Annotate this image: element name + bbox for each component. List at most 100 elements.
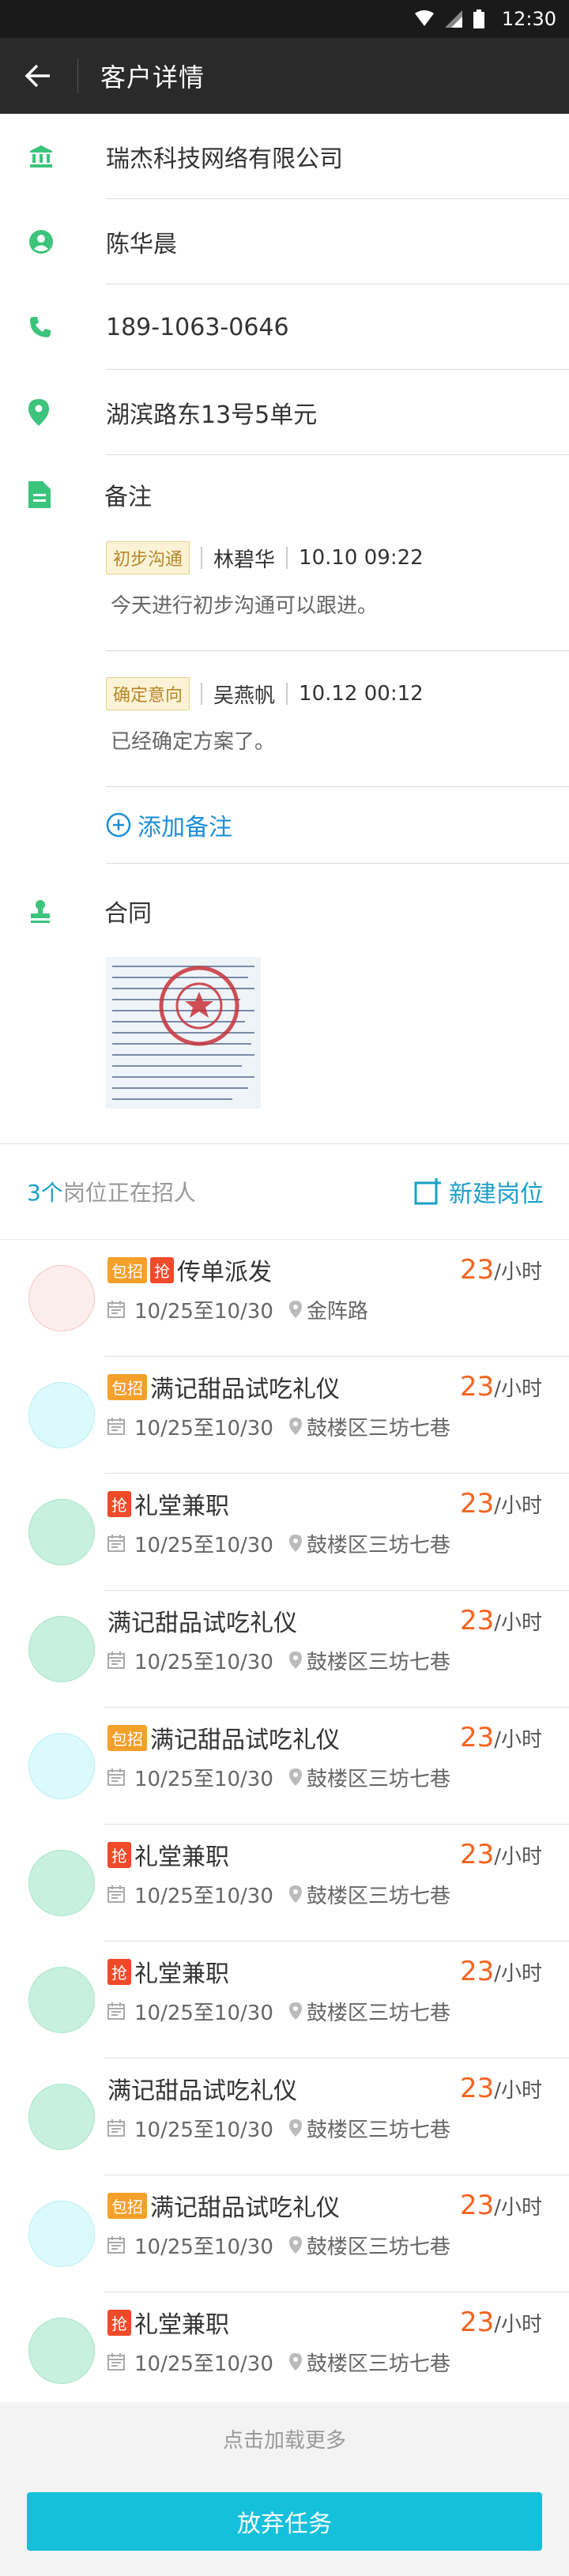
note-author: 吴燕帆 bbox=[213, 684, 276, 708]
job-location: 鼓楼区三坊七巷 bbox=[306, 2118, 450, 2142]
new-job-button[interactable]: 新建岗位 bbox=[414, 1174, 544, 1209]
job-avatar bbox=[28, 1967, 95, 2033]
job-date: 10/25至10/30 bbox=[134, 1533, 273, 1557]
phone-number: 189-1063-0646 bbox=[106, 313, 289, 341]
job-item[interactable]: 满记甜品试吃礼仪 10/25至10/30 鼓楼区三坊七巷 23/小时 bbox=[0, 1591, 569, 1708]
note-author: 林碧华 bbox=[213, 548, 276, 572]
job-date: 10/25至10/30 bbox=[134, 1299, 273, 1324]
job-price-unit: /小时 bbox=[494, 1494, 542, 1518]
job-price-value: 23 bbox=[459, 2073, 495, 2104]
job-item[interactable]: 抢礼堂兼职 10/25至10/30 鼓楼区三坊七巷 23/小时 bbox=[0, 1474, 569, 1591]
location-pin-icon bbox=[288, 1535, 302, 1552]
clock: 12:30 bbox=[501, 8, 556, 30]
job-location: 鼓楼区三坊七巷 bbox=[306, 1416, 450, 1441]
job-date: 10/25至10/30 bbox=[134, 2118, 273, 2142]
job-badge: 抢 bbox=[107, 1958, 131, 1985]
back-button[interactable] bbox=[19, 57, 57, 95]
jobs-count-suffix: 岗位正在招人 bbox=[62, 1180, 196, 1206]
job-date: 10/25至10/30 bbox=[134, 1767, 273, 1791]
job-badge: 包招 bbox=[107, 1256, 147, 1283]
job-title: 礼堂兼职 bbox=[134, 2311, 229, 2339]
job-avatar bbox=[28, 1499, 95, 1565]
company-row: 瑞杰科技网络有限公司 bbox=[0, 114, 569, 199]
job-item[interactable]: 抢礼堂兼职 10/25至10/30 鼓楼区三坊七巷 23/小时 bbox=[0, 2292, 569, 2409]
jobs-count: 3个 bbox=[27, 1180, 63, 1206]
location-pin-icon bbox=[288, 2353, 302, 2371]
note-time: 10.12 00:12 bbox=[299, 682, 424, 706]
document-icon bbox=[28, 481, 85, 508]
stamp-icon bbox=[28, 898, 85, 924]
job-title: 传单派发 bbox=[177, 1259, 272, 1286]
job-price: 23/小时 bbox=[460, 1371, 542, 1403]
give-up-button[interactable]: 放弃任务 bbox=[27, 2492, 542, 2551]
contract-thumbnail[interactable] bbox=[106, 957, 261, 1109]
job-title: 礼堂兼职 bbox=[134, 1960, 229, 1988]
job-price-unit: /小时 bbox=[494, 2079, 542, 2103]
arrow-left-icon bbox=[24, 64, 50, 88]
job-item[interactable]: 满记甜品试吃礼仪 10/25至10/30 鼓楼区三坊七巷 23/小时 bbox=[0, 2058, 569, 2175]
job-price-unit: /小时 bbox=[494, 1962, 542, 1986]
job-price-value: 23 bbox=[459, 2190, 495, 2221]
job-date: 10/25至10/30 bbox=[134, 2352, 273, 2376]
add-note-label: 添加备注 bbox=[138, 814, 232, 842]
page-title: 客户详情 bbox=[100, 62, 205, 92]
job-price: 23/小时 bbox=[460, 1488, 542, 1520]
notes-label: 备注 bbox=[104, 484, 152, 511]
calendar-icon bbox=[107, 1885, 125, 1903]
job-date: 10/25至10/30 bbox=[134, 1884, 273, 1908]
job-title: 满记甜品试吃礼仪 bbox=[150, 1727, 340, 1754]
separator bbox=[286, 683, 288, 705]
location-pin-icon bbox=[288, 2236, 302, 2254]
job-price-value: 23 bbox=[459, 1605, 495, 1636]
account-circle-icon bbox=[28, 229, 85, 254]
separator bbox=[201, 683, 203, 705]
job-price-unit: /小时 bbox=[494, 2196, 542, 2220]
job-avatar bbox=[28, 2201, 95, 2267]
phone-icon bbox=[28, 315, 85, 339]
job-price-unit: /小时 bbox=[494, 1260, 542, 1284]
job-title: 礼堂兼职 bbox=[134, 1493, 229, 1520]
job-list: 包招抢传单派发 10/25至10/30 金阵路 23/小时 包招 满记甜品试吃礼仪 bbox=[0, 1240, 569, 2409]
calendar-icon bbox=[107, 1418, 125, 1435]
job-price-unit: /小时 bbox=[494, 1728, 542, 1752]
job-price: 23/小时 bbox=[460, 2190, 542, 2221]
job-location: 金阵路 bbox=[306, 1299, 368, 1324]
job-item[interactable]: 包招 满记甜品试吃礼仪 10/25至10/30 鼓楼区三坊七巷 23/小时 bbox=[0, 1357, 569, 1474]
calendar-icon bbox=[107, 2119, 125, 2137]
job-price: 23/小时 bbox=[460, 2307, 542, 2338]
add-box-icon bbox=[414, 1178, 441, 1205]
note-tag: 确定意向 bbox=[106, 677, 190, 710]
location-pin-icon bbox=[288, 2119, 302, 2137]
job-item[interactable]: 包招 满记甜品试吃礼仪 10/25至10/30 鼓楼区三坊七巷 23/小时 bbox=[0, 2175, 569, 2292]
job-price-unit: /小时 bbox=[494, 1611, 542, 1635]
location-pin-icon bbox=[288, 1418, 302, 1435]
add-note-button[interactable]: 添加备注 bbox=[106, 787, 569, 864]
job-price-unit: /小时 bbox=[494, 1845, 542, 1869]
job-item[interactable]: 抢礼堂兼职 10/25至10/30 鼓楼区三坊七巷 23/小时 bbox=[0, 1825, 569, 1941]
app-bar: 客户详情 bbox=[0, 38, 569, 114]
new-job-label: 新建岗位 bbox=[449, 1181, 544, 1208]
job-date: 10/25至10/30 bbox=[134, 1416, 273, 1441]
job-title: 礼堂兼职 bbox=[134, 1843, 229, 1871]
job-date: 10/25至10/30 bbox=[134, 2001, 273, 2025]
footer: 点击加载更多 放弃任务 bbox=[0, 2402, 569, 2576]
job-date: 10/25至10/30 bbox=[134, 1650, 273, 1674]
load-more-button[interactable]: 点击加载更多 bbox=[0, 2402, 569, 2454]
job-item[interactable]: 包招 满记甜品试吃礼仪 10/25至10/30 鼓楼区三坊七巷 23/小时 bbox=[0, 1708, 569, 1825]
phone-row[interactable]: 189-1063-0646 bbox=[0, 284, 569, 370]
job-badge: 包招 bbox=[107, 1724, 147, 1751]
job-item[interactable]: 包招抢传单派发 10/25至10/30 金阵路 23/小时 bbox=[0, 1240, 569, 1357]
divider bbox=[106, 786, 569, 787]
note-item: 确定意向 吴燕帆 10.12 00:12 已经确定方案了。 bbox=[106, 651, 569, 787]
job-item[interactable]: 抢礼堂兼职 10/25至10/30 鼓楼区三坊七巷 23/小时 bbox=[0, 1941, 569, 2058]
job-avatar bbox=[28, 2318, 95, 2384]
contract-header: 合同 bbox=[0, 872, 569, 951]
job-badge: 抢 bbox=[107, 2309, 131, 2336]
company-name: 瑞杰科技网络有限公司 bbox=[106, 145, 343, 173]
notes-header: 备注 bbox=[0, 455, 569, 534]
wifi-icon bbox=[414, 10, 434, 26]
location-pin-icon bbox=[28, 399, 85, 426]
location-pin-icon bbox=[288, 1768, 302, 1786]
plus-circle-icon bbox=[106, 812, 131, 838]
job-badge: 抢 bbox=[150, 1256, 174, 1283]
